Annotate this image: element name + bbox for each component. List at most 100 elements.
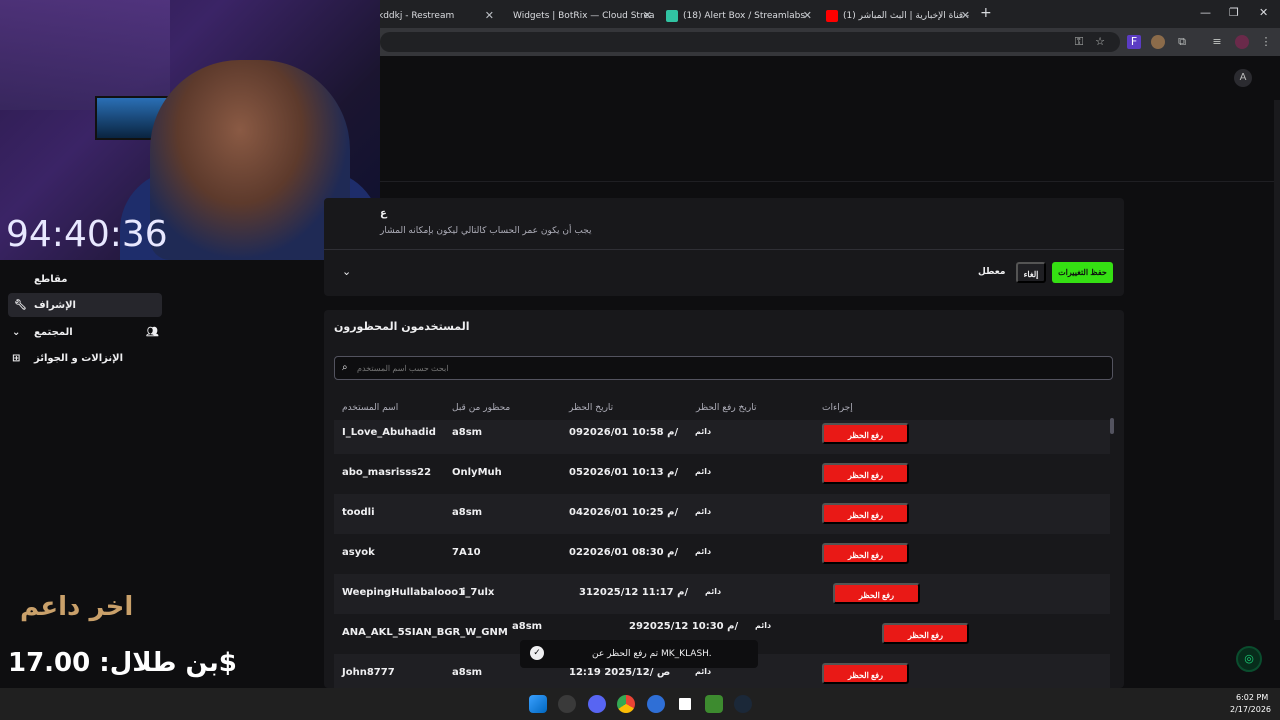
table-row: asyok 7A10 02م 08:30 2026/01/ دائم رفع ا… (334, 534, 1110, 574)
cell-ban-date: 05م 10:13 2026/01/ (569, 467, 679, 478)
windows-taskbar (0, 688, 1280, 720)
start-menu-icon[interactable] (529, 695, 547, 713)
cell-unban-date: دائم (695, 507, 712, 516)
sidebar-item-community[interactable]: ⌄ المجتمع 👥︎ (8, 320, 162, 344)
unban-button[interactable]: رفع الحظر (822, 503, 909, 524)
maximize-icon[interactable]: ❐ (1229, 6, 1239, 19)
check-circle-icon: ✓ (530, 646, 544, 660)
toast-message: تم رفع الحظر عن MK_KLASH. (592, 649, 712, 659)
webcam-streamer (150, 60, 350, 260)
browser-tab[interactable]: kddkj - Restream ✕ (372, 4, 500, 28)
settings-heading: ع (380, 208, 387, 219)
taskbar-date: 2/17/2026 (1230, 705, 1272, 714)
unban-button[interactable]: رفع الحظر (822, 663, 909, 684)
cell-ban-date: 04م 10:25 2026/01/ (569, 507, 679, 518)
page-scrollbar[interactable] (1274, 100, 1280, 620)
sidebar-item-clips[interactable]: مقاطع (8, 267, 162, 291)
close-icon[interactable]: ✕ (643, 9, 652, 22)
minecraft-icon[interactable] (705, 695, 723, 713)
cell-banned-by: OnlyMuh (452, 467, 502, 478)
new-tab-button[interactable]: + (980, 5, 992, 21)
sidebar-item-label: مقاطع (34, 273, 68, 285)
table-row: toodli a8sm 04م 10:25 2026/01/ دائم رفع … (334, 494, 1110, 534)
address-bar[interactable] (380, 32, 1120, 52)
sidebar-item-drops[interactable]: ⊞ الإنزالات و الجوائز (8, 346, 162, 370)
column-header-ban-date: تاريخ الحظر (569, 403, 614, 413)
sidebar-item-label: الإنزالات و الجوائز (34, 352, 124, 364)
wrench-icon: 🔧︎ (14, 299, 27, 311)
extension-avatar-icon[interactable] (1151, 35, 1165, 49)
table-row: I_Love_Abuhadid a8sm 09م 10:58 2026/01/ … (334, 420, 1110, 454)
browser-tab[interactable]: Widgets | BotRix — Cloud Strea ✕ (502, 4, 658, 28)
save-changes-button[interactable]: حفظ التغييرات (1052, 262, 1113, 283)
search-input[interactable] (334, 356, 1113, 380)
webcam-background-shelf (0, 0, 170, 110)
table-row: abo_masrisss22 OnlyMuh 05م 10:13 2026/01… (334, 454, 1110, 494)
last-donor-label: اخر داعم (20, 592, 134, 622)
cancel-button[interactable]: إلغاء (1016, 262, 1046, 283)
close-window-icon[interactable]: ✕ (1259, 6, 1268, 19)
discord-icon[interactable] (588, 695, 606, 713)
cell-unban-date: دائم (695, 427, 712, 436)
tab-title: (1) قناة الإخبارية | البث المباشر - (843, 11, 970, 21)
menu-kebab-icon[interactable]: ⋮ (1259, 35, 1273, 49)
bookmark-star-icon[interactable]: ☆ (1093, 35, 1107, 49)
cell-unban-date: دائم (705, 587, 722, 596)
page-header-area (380, 56, 1280, 182)
tab-title: Widgets | BotRix — Cloud Strea (513, 11, 655, 21)
cell-username: toodli (342, 507, 375, 518)
stream-timer: 94:40:36 (6, 214, 168, 255)
streamlabs-icon (666, 10, 678, 22)
cell-ban-date: 09م 10:58 2026/01/ (569, 427, 679, 438)
cell-ban-date: 31م 11:17 2025/12/ (579, 587, 689, 598)
extensions-puzzle-icon[interactable]: ⧉ (1175, 35, 1189, 49)
unban-button[interactable]: رفع الحظر (822, 543, 909, 564)
chevron-down-icon: ⌄ (12, 326, 21, 338)
user-avatar[interactable]: A (1234, 69, 1252, 87)
cell-username: abo_masrisss22 (342, 467, 432, 478)
cell-unban-date: دائم (695, 667, 712, 676)
media-queue-icon[interactable]: ≡ (1210, 35, 1224, 49)
cell-ban-date: 12:19 2025/12/ ص (569, 667, 671, 678)
cell-username: I_Love_Abuhadid (342, 427, 436, 438)
close-icon[interactable]: ✕ (961, 9, 970, 22)
settings-card (324, 198, 1124, 296)
settings-description: يجب أن يكون عمر الحساب كالتالي ليكون بإم… (380, 226, 592, 236)
app-icon[interactable] (647, 695, 665, 713)
chrome-icon[interactable] (617, 695, 635, 713)
cell-username: asyok (342, 547, 375, 558)
chevron-down-icon[interactable]: ⌄ (342, 265, 351, 278)
unban-button[interactable]: رفع الحظر (822, 463, 909, 484)
obs-icon[interactable] (676, 695, 694, 713)
close-icon[interactable]: ✕ (485, 9, 494, 22)
extension-f-icon[interactable]: F (1127, 35, 1141, 49)
community-icon: 👥︎ (146, 326, 159, 338)
app-icon[interactable] (558, 695, 576, 713)
webcam-overlay: 94:40:36 (0, 0, 380, 260)
browser-tab[interactable]: (1) قناة الإخبارية | البث المباشر - ✕ (820, 4, 976, 28)
gift-icon: ⊞ (12, 352, 21, 364)
cell-username: WeepingHullabalooo1 (342, 587, 466, 598)
cell-banned-by: i_7ulx (462, 587, 495, 598)
unban-button[interactable]: رفع الحظر (882, 623, 969, 644)
column-header-banned-by: محظور من قبل (452, 403, 511, 413)
table-row: WeepingHullabalooo1 i_7ulx 31م 11:17 202… (334, 574, 1110, 614)
tab-title: kddkj - Restream (378, 11, 455, 21)
cell-username: ANA_AKL_5SIAN_BGR_W_GNM (342, 627, 508, 638)
minimize-icon[interactable]: — (1200, 6, 1211, 19)
sidebar-item-label: المجتمع (34, 326, 73, 338)
browser-tab[interactable]: (18) Alert Box / Streamlabs ✕ (660, 4, 818, 28)
table-scrollbar[interactable] (1110, 418, 1114, 434)
close-icon[interactable]: ✕ (803, 9, 812, 22)
cell-ban-date: 29م 10:30 2025/12/ (629, 621, 739, 632)
unban-button[interactable]: رفع الحظر (822, 423, 909, 444)
cell-banned-by: a8sm (452, 427, 483, 438)
banned-users-title: المستخدمون المحظورون (334, 320, 470, 333)
sidebar-item-moderation[interactable]: 🔧︎ الإشراف (8, 293, 162, 317)
support-chat-icon[interactable]: ◎ (1236, 646, 1262, 672)
profile-icon[interactable] (1235, 35, 1249, 49)
password-key-icon[interactable]: ⚿ (1072, 35, 1086, 49)
cell-banned-by: a8sm (452, 667, 483, 678)
unban-button[interactable]: رفع الحظر (833, 583, 920, 604)
steam-icon[interactable] (734, 695, 752, 713)
